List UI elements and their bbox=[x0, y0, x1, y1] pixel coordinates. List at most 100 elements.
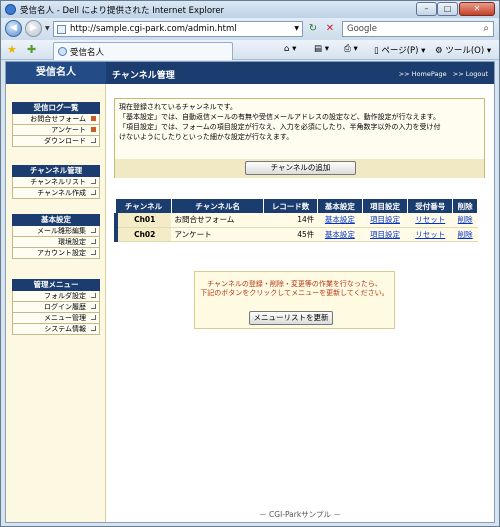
nav-history-dropdown-icon[interactable]: ▼ bbox=[45, 25, 50, 32]
stop-icon[interactable]: ✕ bbox=[323, 22, 337, 36]
url-field[interactable]: http://sample.cgi-park.com/admin.html ▼ bbox=[53, 21, 303, 37]
address-bar: ◀ ▶ ▼ http://sample.cgi-park.com/admin.h… bbox=[1, 18, 499, 40]
header-links: >> HomePage >> Logout bbox=[399, 70, 488, 78]
record-count: 14件 bbox=[263, 213, 318, 228]
sidebar-item-label: 環境設定 bbox=[58, 238, 86, 246]
page-menu[interactable]: ▯ ページ(P) ▾ bbox=[374, 44, 425, 56]
add-favorite-icon[interactable]: ✚ bbox=[27, 43, 36, 56]
sidebar-item-system-info[interactable]: システム情報 bbox=[12, 324, 100, 335]
brand-logo: 受信名人 bbox=[6, 62, 106, 84]
browser-tab[interactable]: 受信名人 bbox=[53, 42, 233, 60]
channel-id: Ch01 bbox=[113, 213, 172, 228]
add-channel-bar: チャンネルの追加 bbox=[115, 159, 484, 178]
table-header-row: チャンネル チャンネル名 レコード数 基本設定 項目設定 受付番号 削除 bbox=[116, 199, 478, 213]
update-menu-button[interactable]: メニューリストを更新 bbox=[249, 311, 333, 325]
info-line: けないようにしたりといった細かな設定が行なえます。 bbox=[119, 133, 294, 141]
column-header: 項目設定 bbox=[362, 199, 409, 213]
sidebar-item-environment[interactable]: 環境設定 bbox=[12, 237, 100, 248]
back-button[interactable]: ◀ bbox=[5, 20, 22, 37]
feeds-icon[interactable]: ▤ ▾ bbox=[314, 44, 329, 54]
print-icon[interactable]: ⎙ ▾ bbox=[344, 44, 358, 54]
url-text[interactable]: http://sample.cgi-park.com/admin.html bbox=[70, 24, 237, 34]
sidebar-item-label: お問合せフォーム bbox=[30, 115, 86, 123]
column-header: レコード数 bbox=[263, 199, 318, 213]
tools-menu-label: ツール(O) bbox=[445, 46, 485, 56]
sidebar-item-label: フォルダ設定 bbox=[44, 292, 86, 300]
sidebar-section-received-logs: 受信ログ一覧 bbox=[12, 102, 100, 114]
tools-menu[interactable]: ⚙ ツール(O) ▾ bbox=[435, 44, 491, 56]
sidebar-item-login-history[interactable]: ログイン履歴 bbox=[12, 302, 100, 313]
table-row: Ch02 アンケート 45件 基本設定 項目設定 リセット 削除 bbox=[113, 227, 478, 242]
channel-name: アンケート bbox=[171, 227, 264, 242]
refresh-icon[interactable]: ↻ bbox=[306, 22, 320, 36]
corner-arrow-icon bbox=[91, 179, 96, 184]
window-title: 受信名人 - Dell により提供された Internet Explorer bbox=[20, 6, 225, 16]
delete-link[interactable]: 削除 bbox=[452, 213, 478, 228]
corner-arrow-icon bbox=[91, 190, 96, 195]
basic-settings-link[interactable]: 基本設定 bbox=[317, 227, 363, 242]
sidebar-item-menu-management[interactable]: メニュー管理 bbox=[12, 313, 100, 324]
table-row: Ch01 お問合せフォーム 14件 基本設定 項目設定 リセット 削除 bbox=[113, 213, 478, 228]
info-box: 現在登録されているチャンネルです。 「基本設定」では、自動返信メールの有無や受信… bbox=[114, 98, 485, 178]
channel-table: チャンネル チャンネル名 レコード数 基本設定 項目設定 受付番号 削除 Ch0… bbox=[113, 199, 478, 242]
sidebar-item-account[interactable]: アカウント設定 bbox=[12, 248, 100, 259]
url-dropdown-icon[interactable]: ▼ bbox=[294, 25, 299, 32]
sidebar-item-mail-template[interactable]: メール雛形編集 bbox=[12, 226, 100, 237]
sidebar-item-label: チャンネルリスト bbox=[30, 178, 86, 186]
channel-id: Ch02 bbox=[113, 227, 172, 242]
sidebar-item-label: メニュー管理 bbox=[44, 314, 86, 322]
sidebar-item-label: アンケート bbox=[51, 126, 86, 134]
page-menu-label: ページ(P) bbox=[381, 46, 419, 56]
sidebar-item-label: ログイン履歴 bbox=[44, 303, 86, 311]
forward-button[interactable]: ▶ bbox=[25, 20, 42, 37]
column-header: 受付番号 bbox=[407, 199, 454, 213]
corner-arrow-icon bbox=[91, 326, 96, 331]
field-settings-link[interactable]: 項目設定 bbox=[362, 227, 408, 242]
search-input[interactable]: Google ⌕ bbox=[342, 21, 494, 37]
sidebar-item-label: アカウント設定 bbox=[37, 249, 86, 257]
sidebar-item-label: メール雛形編集 bbox=[37, 227, 86, 235]
sidebar: 受信ログ一覧 お問合せフォーム アンケート ダウンロード チャンネル管理 チャン… bbox=[6, 84, 106, 522]
delete-link[interactable]: 削除 bbox=[452, 227, 478, 242]
corner-arrow-icon bbox=[91, 228, 96, 233]
corner-arrow-icon bbox=[91, 315, 96, 320]
ie-logo-icon bbox=[5, 4, 16, 15]
corner-arrow-icon bbox=[91, 293, 96, 298]
main-panel: 現在登録されているチャンネルです。 「基本設定」では、自動返信メールの有無や受信… bbox=[106, 84, 494, 522]
update-notice: チャンネルの登録・削除・変更等の作業を行なったら、 下記のボタンをクリックしてメ… bbox=[194, 271, 395, 329]
homepage-link[interactable]: >> HomePage bbox=[399, 70, 447, 78]
sidebar-item-label: システム情報 bbox=[44, 325, 86, 333]
tab-page-icon bbox=[58, 47, 67, 56]
column-header: チャンネル bbox=[116, 199, 172, 213]
favorites-star-icon[interactable]: ★ bbox=[7, 43, 17, 56]
search-icon[interactable]: ⌕ bbox=[483, 23, 489, 34]
sidebar-section-admin-menu: 管理メニュー bbox=[12, 279, 100, 291]
sidebar-item-folder[interactable]: フォルダ設定 bbox=[12, 291, 100, 302]
reset-link[interactable]: リセット bbox=[407, 213, 453, 228]
corner-arrow-icon bbox=[91, 239, 96, 244]
sidebar-item-download[interactable]: ダウンロード bbox=[12, 136, 100, 147]
corner-arrow-icon bbox=[91, 138, 96, 143]
close-button[interactable]: ✕ bbox=[459, 2, 495, 16]
add-channel-button[interactable]: チャンネルの追加 bbox=[245, 161, 356, 175]
page-title: チャンネル管理 bbox=[112, 71, 175, 81]
minimize-button[interactable]: – bbox=[416, 2, 437, 16]
sidebar-item-channel-create[interactable]: チャンネル作成 bbox=[12, 188, 100, 199]
info-line: 「項目設定」では、フォームの項目設定が行なえ、入力を必須にしたり、半角数字以外の… bbox=[119, 123, 441, 131]
info-line: 現在登録されているチャンネルです。 bbox=[119, 103, 237, 111]
column-header: チャンネル名 bbox=[171, 199, 265, 213]
logout-link[interactable]: >> Logout bbox=[453, 70, 488, 78]
home-icon[interactable]: ⌂ ▾ bbox=[284, 44, 296, 54]
basic-settings-link[interactable]: 基本設定 bbox=[317, 213, 363, 228]
field-settings-link[interactable]: 項目設定 bbox=[362, 213, 408, 228]
maximize-button[interactable]: □ bbox=[437, 2, 458, 16]
search-placeholder: Google bbox=[347, 24, 377, 34]
page-footer: － CGI-Parkサンプル － bbox=[259, 510, 341, 519]
reset-link[interactable]: リセット bbox=[407, 227, 453, 242]
tab-title: 受信名人 bbox=[70, 48, 105, 58]
browser-window: 受信名人 - Dell により提供された Internet Explorer –… bbox=[0, 0, 500, 527]
sidebar-item-channel-list[interactable]: チャンネルリスト bbox=[12, 177, 100, 188]
sidebar-item-contact-form[interactable]: お問合せフォーム bbox=[12, 114, 100, 125]
channel-name: お問合せフォーム bbox=[171, 213, 264, 228]
sidebar-item-survey[interactable]: アンケート bbox=[12, 125, 100, 136]
